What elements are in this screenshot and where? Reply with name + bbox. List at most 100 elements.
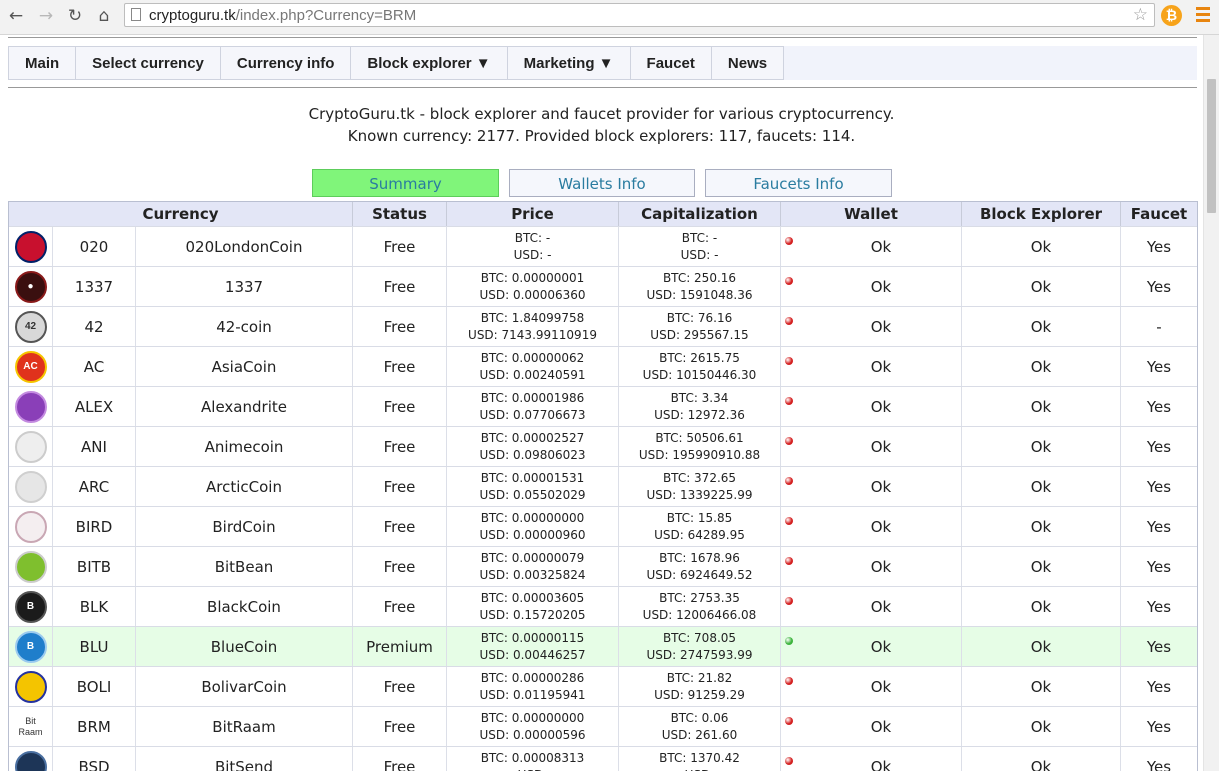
- faucet-cell[interactable]: Yes: [1121, 707, 1197, 746]
- coin-logo-icon[interactable]: ●: [14, 270, 47, 303]
- nav-main[interactable]: Main: [8, 46, 76, 80]
- coin-logo-icon[interactable]: B: [14, 590, 47, 623]
- coin-logo-icon[interactable]: [14, 670, 47, 703]
- currency-code[interactable]: BLU: [53, 627, 136, 666]
- faucet-cell[interactable]: Yes: [1121, 627, 1197, 666]
- home-icon[interactable]: ⌂: [93, 5, 115, 27]
- table-row[interactable]: ● 1337 1337 Free BTC: 0.00000001 USD: 0.00006…: [9, 266, 1197, 306]
- faucet-cell[interactable]: Yes: [1121, 547, 1197, 586]
- coin-logo-icon[interactable]: [14, 470, 47, 503]
- block-explorer-cell[interactable]: Ok: [962, 707, 1121, 746]
- currency-name[interactable]: Alexandrite: [136, 387, 353, 426]
- table-row[interactable]: BIRD BirdCoin Free BTC: 0.00000000 USD: 0.00…: [9, 506, 1197, 546]
- block-explorer-cell[interactable]: Ok: [962, 347, 1121, 386]
- currency-code[interactable]: BRM: [53, 707, 136, 746]
- currency-code[interactable]: 020: [53, 227, 136, 266]
- block-explorer-cell[interactable]: Ok: [962, 587, 1121, 626]
- tab-wallets-info[interactable]: Wallets Info: [509, 169, 695, 197]
- currency-name[interactable]: 1337: [136, 267, 353, 306]
- tab-faucets-info[interactable]: Faucets Info: [705, 169, 892, 197]
- table-row[interactable]: BITB BitBean Free BTC: 0.00000079 USD: 0.003…: [9, 546, 1197, 586]
- faucet-cell[interactable]: Yes: [1121, 267, 1197, 306]
- currency-name[interactable]: BlueCoin: [136, 627, 353, 666]
- faucet-cell[interactable]: Yes: [1121, 747, 1197, 771]
- currency-name[interactable]: 42-coin: [136, 307, 353, 346]
- coin-logo-icon[interactable]: 42: [14, 310, 47, 343]
- bookmark-star-icon[interactable]: ☆: [1133, 5, 1148, 25]
- header-faucet[interactable]: Faucet: [1121, 202, 1197, 226]
- currency-name[interactable]: BitSend: [136, 747, 353, 771]
- currency-code[interactable]: BSD: [53, 747, 136, 771]
- coin-logo-icon[interactable]: [14, 230, 47, 263]
- table-row[interactable]: ALEX Alexandrite Free BTC: 0.00001986 USD: 0…: [9, 386, 1197, 426]
- back-icon[interactable]: ←: [5, 5, 27, 27]
- browser-menu-icon[interactable]: [1196, 7, 1210, 25]
- nav-select-currency[interactable]: Select currency: [75, 46, 220, 80]
- currency-name[interactable]: AsiaCoin: [136, 347, 353, 386]
- currency-code[interactable]: 42: [53, 307, 136, 346]
- table-row[interactable]: Bit Raam BRM BitRaam Free BTC: 0.00000000 USD…: [9, 706, 1197, 746]
- nav-faucet[interactable]: Faucet: [629, 46, 711, 80]
- reload-icon[interactable]: ↻: [64, 5, 86, 27]
- currency-name[interactable]: BitRaam: [136, 707, 353, 746]
- address-bar[interactable]: cryptoguru.tk/index.php?Currency=BRM ☆: [124, 3, 1155, 27]
- header-block-explorer[interactable]: Block Explorer: [962, 202, 1121, 226]
- block-explorer-cell[interactable]: Ok: [962, 547, 1121, 586]
- currency-name[interactable]: Animecoin: [136, 427, 353, 466]
- block-explorer-cell[interactable]: Ok: [962, 307, 1121, 346]
- faucet-cell[interactable]: Yes: [1121, 507, 1197, 546]
- tab-summary[interactable]: Summary: [312, 169, 499, 197]
- block-explorer-cell[interactable]: Ok: [962, 627, 1121, 666]
- faucet-cell[interactable]: Yes: [1121, 347, 1197, 386]
- coin-logo-icon[interactable]: Bit Raam: [14, 710, 47, 743]
- currency-name[interactable]: ArcticCoin: [136, 467, 353, 506]
- currency-code[interactable]: BITB: [53, 547, 136, 586]
- table-row[interactable]: B BLU BlueCoin Premium BTC: 0.00000115 USD: 0…: [9, 626, 1197, 666]
- block-explorer-cell[interactable]: Ok: [962, 267, 1121, 306]
- table-row[interactable]: B BLK BlackCoin Free BTC: 0.00003605 USD: 0.1…: [9, 586, 1197, 626]
- currency-name[interactable]: BitBean: [136, 547, 353, 586]
- coin-logo-icon[interactable]: [14, 550, 47, 583]
- block-explorer-cell[interactable]: Ok: [962, 387, 1121, 426]
- block-explorer-cell[interactable]: Ok: [962, 227, 1121, 266]
- header-wallet[interactable]: Wallet: [781, 202, 962, 226]
- header-price[interactable]: Price: [447, 202, 619, 226]
- table-row[interactable]: 020 020LondonCoin Free BTC: - USD: - BTC: - US…: [9, 226, 1197, 266]
- coin-logo-icon[interactable]: B: [14, 630, 47, 663]
- nav-block-explorer[interactable]: Block explorer ▼: [350, 46, 507, 80]
- coin-logo-icon[interactable]: [14, 510, 47, 543]
- block-explorer-cell[interactable]: Ok: [962, 747, 1121, 771]
- faucet-cell[interactable]: Yes: [1121, 587, 1197, 626]
- coin-logo-icon[interactable]: [14, 430, 47, 463]
- currency-code[interactable]: BLK: [53, 587, 136, 626]
- currency-code[interactable]: BOLI: [53, 667, 136, 706]
- forward-icon[interactable]: →: [35, 5, 57, 27]
- faucet-cell[interactable]: Yes: [1121, 667, 1197, 706]
- currency-code[interactable]: AC: [53, 347, 136, 386]
- currency-code[interactable]: ANI: [53, 427, 136, 466]
- header-status[interactable]: Status: [353, 202, 447, 226]
- bitcoin-extension-icon[interactable]: ₿: [1161, 5, 1182, 26]
- table-row[interactable]: 42 42 42-coin Free BTC: 1.84099758 USD: 7143.…: [9, 306, 1197, 346]
- faucet-cell[interactable]: Yes: [1121, 427, 1197, 466]
- header-capitalization[interactable]: Capitalization: [619, 202, 781, 226]
- table-row[interactable]: BOLI BolivarCoin Free BTC: 0.00000286 USD: 0…: [9, 666, 1197, 706]
- table-row[interactable]: AC AC AsiaCoin Free BTC: 0.00000062 USD: 0.00…: [9, 346, 1197, 386]
- block-explorer-cell[interactable]: Ok: [962, 507, 1121, 546]
- coin-logo-icon[interactable]: [14, 390, 47, 423]
- currency-code[interactable]: BIRD: [53, 507, 136, 546]
- vertical-scrollbar[interactable]: [1203, 35, 1219, 771]
- faucet-cell[interactable]: Yes: [1121, 467, 1197, 506]
- currency-name[interactable]: BolivarCoin: [136, 667, 353, 706]
- block-explorer-cell[interactable]: Ok: [962, 467, 1121, 506]
- currency-code[interactable]: ALEX: [53, 387, 136, 426]
- currency-name[interactable]: 020LondonCoin: [136, 227, 353, 266]
- table-row[interactable]: BSDBitSendFreeBTC: 0.00008313USD:BTC: 13…: [9, 746, 1197, 771]
- coin-logo-icon[interactable]: AC: [14, 350, 47, 383]
- currency-code[interactable]: ARC: [53, 467, 136, 506]
- table-row[interactable]: ARC ArcticCoin Free BTC: 0.00001531 USD: 0.0…: [9, 466, 1197, 506]
- nav-news[interactable]: News: [710, 46, 785, 80]
- currency-name[interactable]: BlackCoin: [136, 587, 353, 626]
- header-currency[interactable]: Currency: [9, 202, 353, 226]
- scrollbar-thumb[interactable]: [1207, 79, 1216, 213]
